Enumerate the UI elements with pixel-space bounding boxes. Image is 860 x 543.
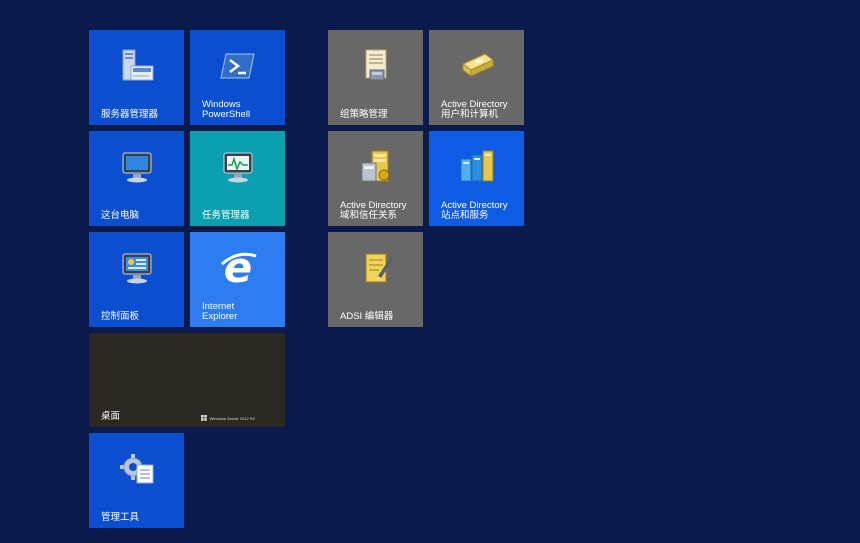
ad-sites-icon [460,150,493,182]
adsi-edit-icon [365,253,393,283]
tile-this-pc[interactable]: 这台电脑 [89,131,184,226]
tile-ad-domains[interactable]: Active Directory 域和信任关系 [328,131,423,226]
tile-label: Internet Explorer [202,301,238,322]
computer-icon [122,152,151,183]
tile-powershell[interactable]: Windows PowerShell [190,30,285,125]
tile-label: 管理工具 [101,512,140,523]
powershell-icon [219,53,255,79]
tile-label: Active Directory 域和信任关系 [340,200,407,221]
tile-label: Active Directory 站点和服务 [441,200,508,221]
group-policy-icon [365,49,386,81]
server-manager-icon [122,49,153,81]
tile-adsi-edit[interactable]: ADSI 编辑器 [328,232,423,327]
windows-logo-icon [201,415,207,421]
tile-label: Windows PowerShell [202,99,251,120]
tile-label: 桌面 [101,411,121,422]
tile-server-manager[interactable]: 服务器管理器 [89,30,184,125]
tile-label: 任务管理器 [202,210,250,221]
watermark-text: Windows Server 2012 R2 [209,416,255,421]
tile-label: 控制面板 [101,311,140,322]
tile-label: Active Directory 用户和计算机 [441,99,508,120]
svg-text:e: e [223,246,252,290]
tile-task-manager[interactable]: 任务管理器 [190,131,285,226]
tile-desktop[interactable]: Windows Server 2012 R2 桌面 [89,333,285,427]
tile-ad-users[interactable]: Active Directory 用户和计算机 [429,30,524,125]
tile-label: 服务器管理器 [101,109,159,120]
tile-group-policy[interactable]: 组策略管理 [328,30,423,125]
tile-admin-tools[interactable]: 管理工具 [89,433,184,528]
admin-tools-icon [119,454,153,484]
tile-control-panel[interactable]: 控制面板 [89,232,184,327]
ad-domains-icon [361,150,389,182]
ad-users-icon [461,53,494,78]
tile-ad-sites[interactable]: Active Directory 站点和服务 [429,131,524,226]
tile-label: 这台电脑 [101,210,140,221]
control-panel-icon [122,253,151,284]
task-manager-icon [223,152,252,183]
tile-label: 组策略管理 [340,109,388,120]
tile-internet-explorer[interactable]: e Internet Explorer [190,232,285,327]
internet-explorer-icon: e [220,246,256,290]
tile-label: ADSI 编辑器 [340,311,394,322]
